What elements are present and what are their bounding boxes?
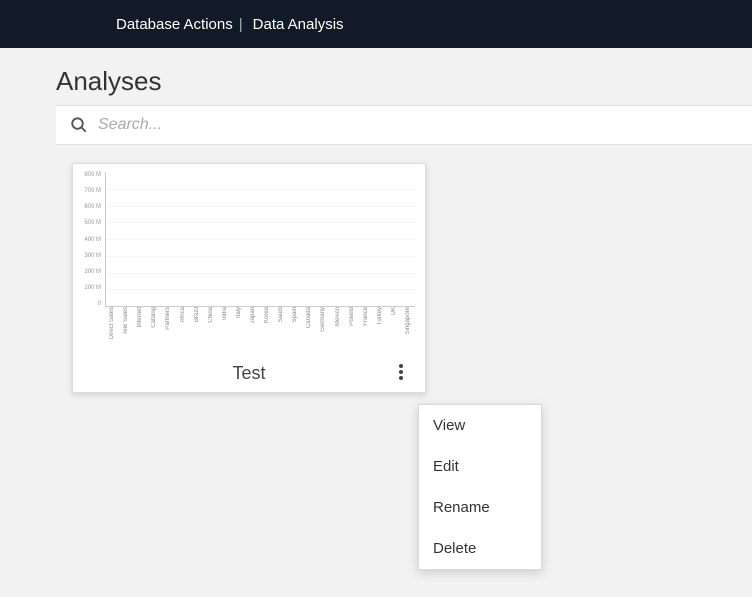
search-icon	[70, 116, 88, 134]
kebab-menu-icon[interactable]	[395, 360, 407, 384]
card-title: Test	[232, 363, 265, 384]
top-bar: Database Actions | Data Analysis	[0, 0, 752, 48]
menu-item-view[interactable]: View	[419, 405, 541, 446]
chart-thumbnail: 800 M700 M600 M500 M400 M300 M200 M100 M…	[83, 172, 415, 359]
analysis-card[interactable]: 800 M700 M600 M500 M400 M300 M200 M100 M…	[72, 163, 426, 393]
breadcrumb-separator: |	[233, 16, 249, 33]
context-menu: View Edit Rename Delete	[418, 404, 542, 570]
breadcrumb-section-1[interactable]: Database Actions	[116, 16, 233, 33]
page-title: Analyses	[0, 48, 752, 105]
breadcrumb-section-2[interactable]: Data Analysis	[249, 16, 344, 33]
search-input[interactable]	[98, 116, 738, 134]
menu-item-rename[interactable]: Rename	[419, 487, 541, 528]
menu-item-edit[interactable]: Edit	[419, 446, 541, 487]
search-bar[interactable]	[56, 105, 752, 145]
menu-item-delete[interactable]: Delete	[419, 528, 541, 569]
